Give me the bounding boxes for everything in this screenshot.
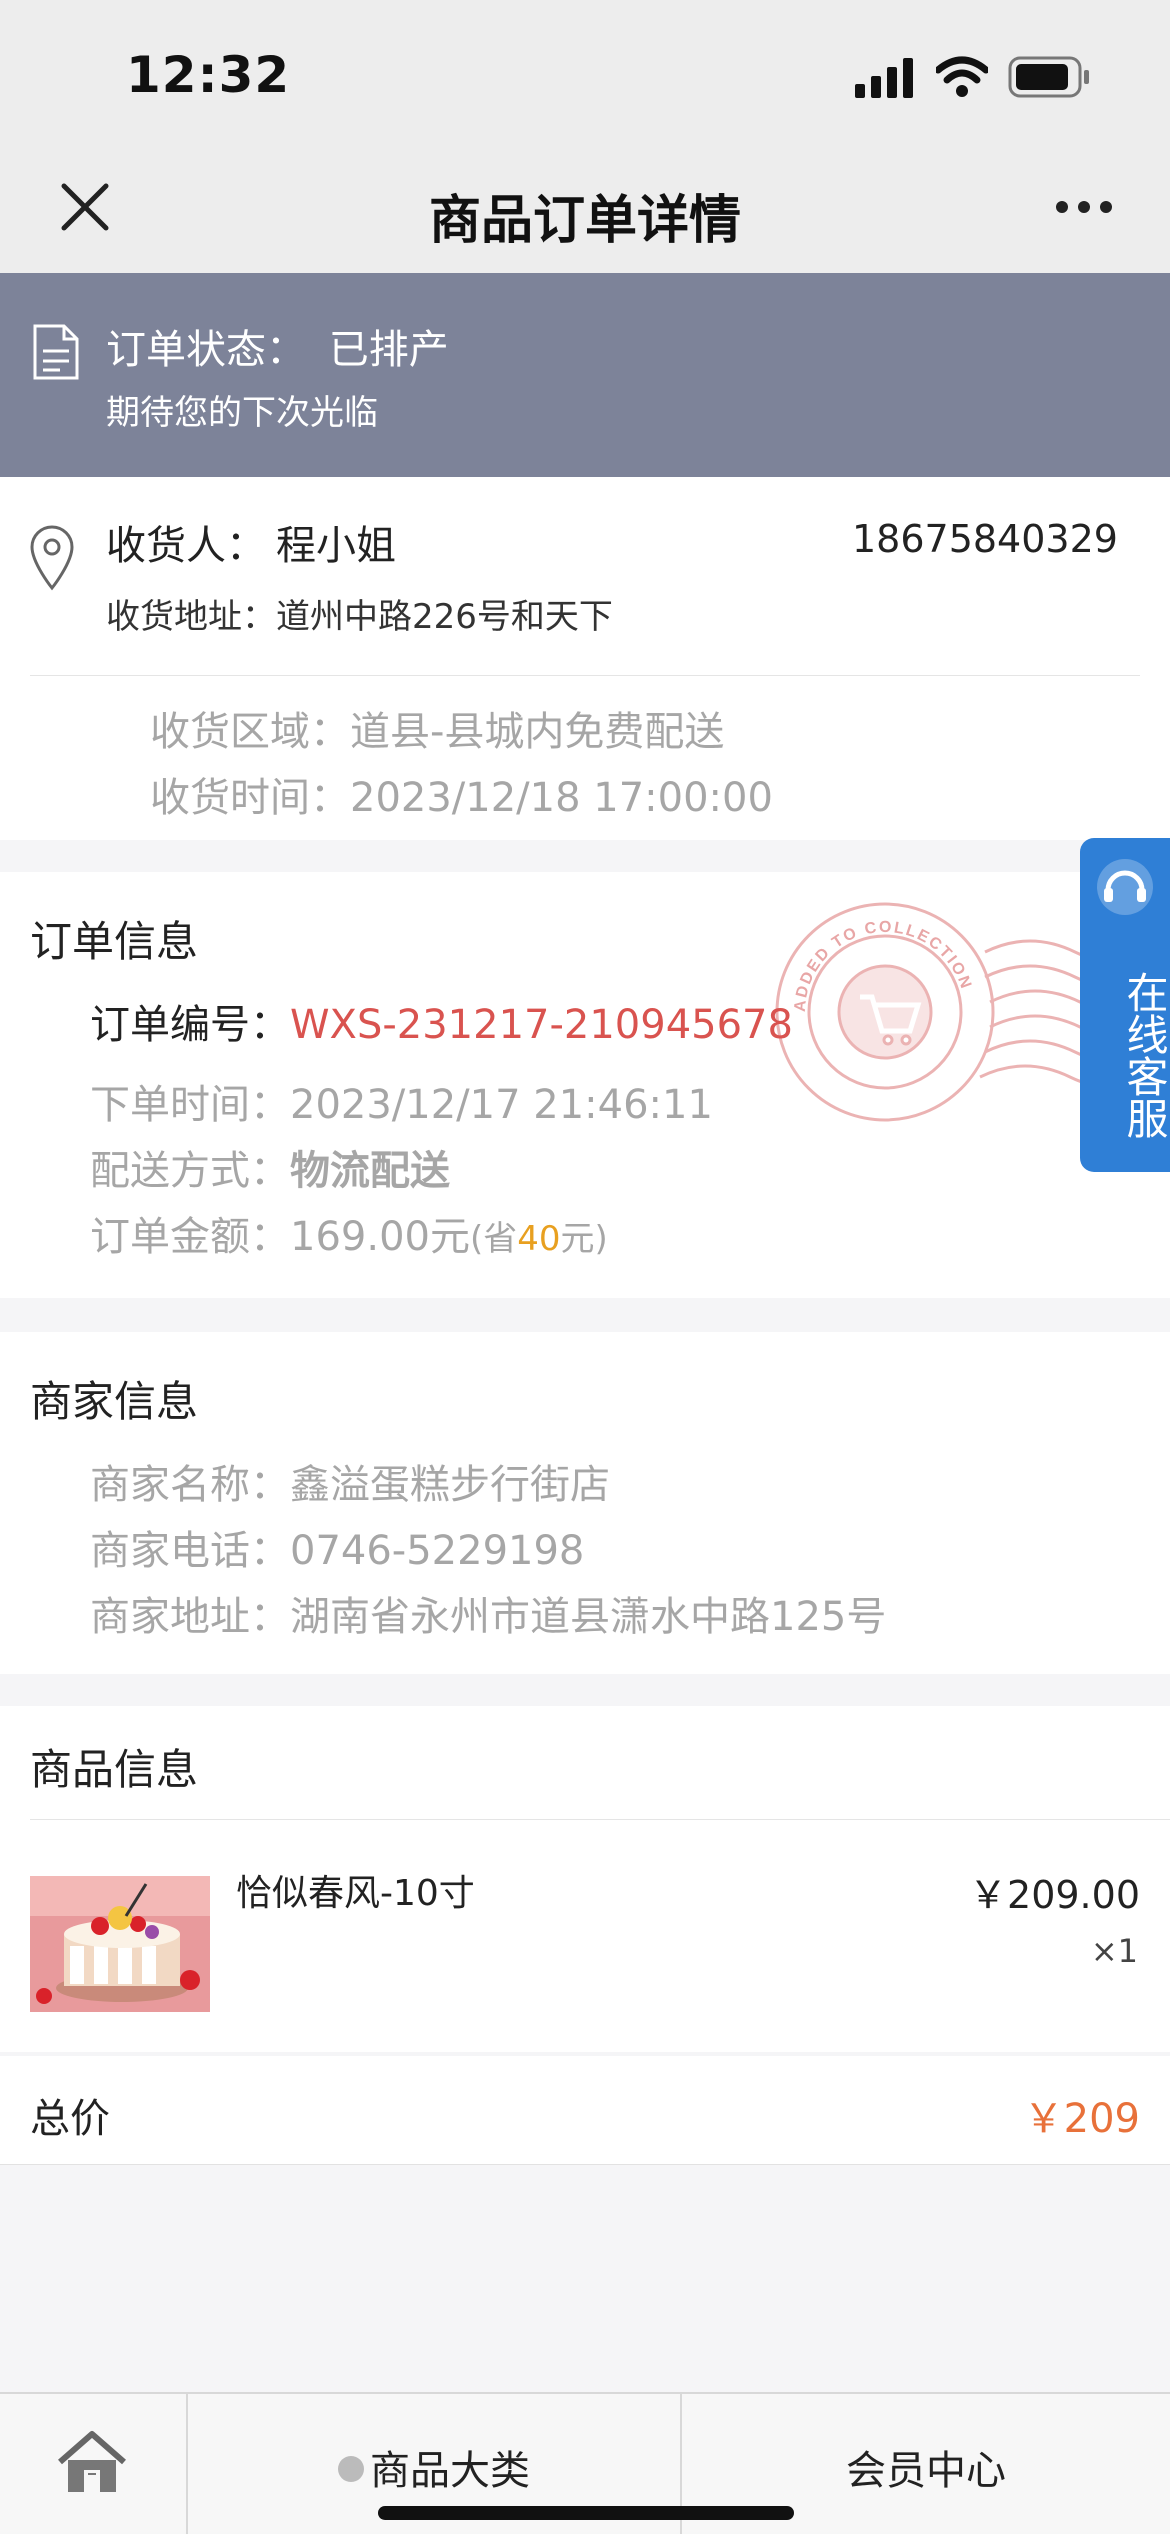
merchant-address: 湖南省永州市道县潇水中路125号 [290,1594,887,1640]
order-info-title: 订单信息 [30,917,199,966]
total-bar: 总价 ￥209 [0,2056,1170,2165]
divider [30,675,1140,676]
nav-bar: 商品订单详情 [0,150,1170,274]
order-status-value: 已排产 [328,327,449,373]
order-number-label: 订单编号： [90,1002,290,1048]
online-service-label: 在线客服 [1120,971,1169,1139]
recipient-time: 2023/12/18 17:00:00 [350,775,773,821]
recipient-time-line: 收货时间：2023/12/18 17:00:00 [150,765,773,823]
product-card: 商品信息 恰似春风-10寸 ￥209.00 ×1 [0,1706,1170,2052]
order-status-subtitle: 期待您的下次光临 [106,393,378,433]
merchant-phone-label: 商家电话： [90,1528,290,1574]
more-icon[interactable] [1055,200,1113,214]
order-status-line: 订单状态： 已排产 [106,317,449,375]
order-date: 2023/12/17 21:46:11 [290,1082,713,1128]
merchant-title: 商家信息 [30,1377,199,1426]
order-info-card: ADDED TO COLLECTION 订单信息 订单编号：WXS-231217… [0,872,1170,1298]
merchant-address-label: 商家地址： [90,1594,290,1640]
recipient-phone[interactable]: 18675840329 [852,517,1118,561]
order-amount-label: 订单金额： [90,1214,290,1260]
product-price: ￥209.00 [969,1873,1140,1917]
recipient-address: 道州中路226号和天下 [276,597,613,637]
status-time: 12:32 [126,46,291,104]
order-number[interactable]: WXS-231217-210945678 [290,1002,793,1048]
recipient-name: 程小姐 [276,523,396,569]
order-amount-line: 订单金额：169.00元(省40元) [90,1204,608,1262]
recipient-area-label: 收货区域： [150,709,350,755]
product-name: 恰似春风-10寸 [236,1873,475,1914]
recipient-time-label: 收货时间： [150,775,350,821]
online-service-button[interactable]: 在线客服 [1080,838,1170,1172]
bottom-tab-bar: 商品大类 会员中心 [0,2392,1170,2534]
save-amount: 40 [517,1219,561,1259]
recipient-name-line: 收货人： 程小姐 [106,513,396,571]
save-suffix: 元) [560,1219,608,1259]
merchant-name: 鑫溢蛋糕步行街店 [290,1462,610,1508]
home-icon [58,2431,126,2492]
signal-icon [855,58,913,98]
page-title: 商品订单详情 [428,191,741,251]
headset-icon [1097,859,1153,915]
delivery-line: 配送方式：物流配送 [90,1138,450,1196]
order-number-line: 订单编号：WXS-231217-210945678 [90,992,793,1050]
order-date-label: 下单时间： [90,1082,290,1128]
tab-category-label: 商品大类 [370,2448,530,2494]
order-status-banner: 订单状态： 已排产 期待您的下次光临 [0,273,1170,477]
recipient-area-line: 收货区域：道县-县城内免费配送 [150,699,724,757]
merchant-phone[interactable]: 0746-5229198 [290,1528,584,1574]
order-amount: 169.00元 [290,1214,470,1260]
order-date-line: 下单时间：2023/12/17 21:46:11 [90,1072,713,1130]
total-value: ￥209 [1023,2096,1140,2142]
merchant-name-line: 商家名称：鑫溢蛋糕步行街店 [90,1452,610,1510]
recipient-area: 道县-县城内免费配送 [350,709,725,755]
recipient-address-label: 收货地址： [106,597,276,637]
location-pin-icon [30,525,74,591]
merchant-phone-line: 商家电话：0746-5229198 [90,1518,584,1576]
save-prefix: (省 [469,1219,518,1259]
product-quantity: ×1 [1090,1932,1138,1970]
total-label: 总价 [30,2096,110,2142]
dot-icon [338,2456,364,2482]
product-item[interactable]: 恰似春风-10寸 ￥209.00 ×1 [0,1820,1170,2050]
order-status-label: 订单状态： [106,327,306,373]
home-indicator [378,2506,794,2520]
cake-image [30,1876,210,2012]
wifi-icon [936,56,988,97]
tab-home[interactable] [0,2394,186,2534]
document-icon [33,324,79,380]
tab-category-content: 商品大类 [188,2438,680,2496]
status-bar: 12:32 [0,0,1170,150]
merchant-name-label: 商家名称： [90,1462,290,1508]
product-title: 商品信息 [30,1745,199,1794]
recipient-card: 收货人： 程小姐 18675840329 收货地址：道州中路226号和天下 收货区… [0,477,1170,840]
delivery-label: 配送方式： [90,1148,290,1194]
merchant-address-line: 商家地址：湖南省永州市道县潇水中路125号 [90,1584,886,1642]
tab-member-label: 会员中心 [846,2448,1006,2494]
recipient-address-line: 收货地址：道州中路226号和天下 [106,589,613,638]
battery-icon [1008,56,1089,98]
merchant-card: 商家信息 商家名称：鑫溢蛋糕步行街店 商家电话：0746-5229198 商家地… [0,1332,1170,1674]
delivery-method: 物流配送 [290,1148,450,1194]
recipient-name-label: 收货人： [106,523,266,569]
